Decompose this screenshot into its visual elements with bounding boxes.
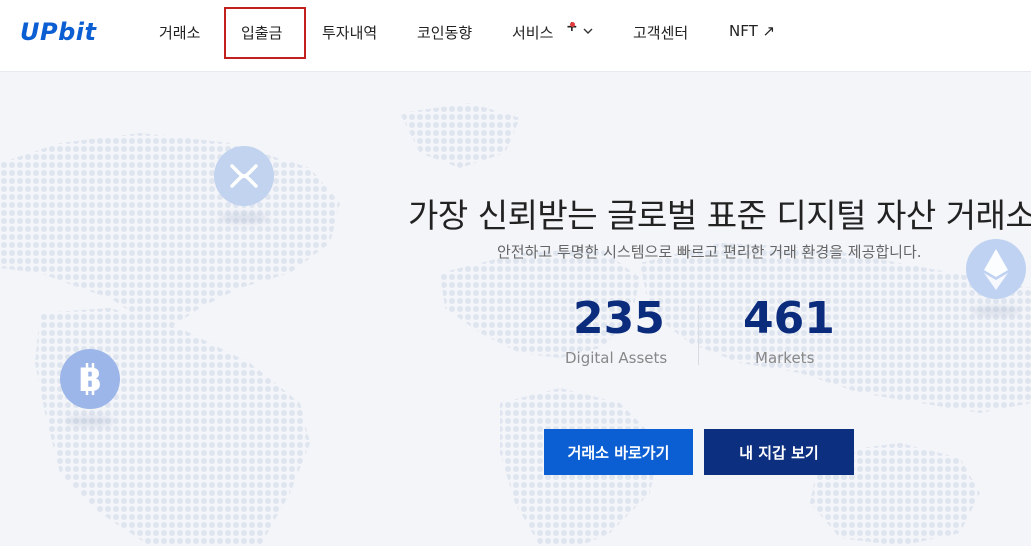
- hero-section: B 가장 신뢰받는 글로벌 표준 디지털 자산 거래소 안전하고 투명한 시스템…: [0, 73, 1031, 546]
- digital-assets-count: 235: [573, 293, 665, 344]
- markets-count: 461: [743, 293, 835, 344]
- markets-label: Markets: [755, 349, 815, 367]
- digital-assets-label: Digital Assets: [565, 349, 668, 367]
- nav-customer-center[interactable]: 고객센터: [633, 22, 688, 43]
- hero-subline: 안전하고 투명한 시스템으로 빠르고 편리한 거래 환경을 제공합니다.: [497, 243, 922, 261]
- xrp-coin-shadow: [220, 213, 268, 223]
- new-dot-icon: [570, 22, 575, 27]
- bitcoin-coin-icon: B: [60, 349, 120, 409]
- nav-highlight-box: [224, 7, 306, 59]
- xrp-coin-icon: [214, 146, 274, 206]
- eth-coin-shadow: [972, 306, 1020, 316]
- nav-services[interactable]: 서비스: [512, 22, 553, 43]
- svg-text:B: B: [78, 361, 102, 399]
- btc-coin-shadow: [66, 416, 114, 426]
- nav-investments[interactable]: 투자내역: [322, 22, 377, 43]
- go-to-exchange-button[interactable]: 거래소 바로가기: [544, 429, 693, 475]
- nav-exchange[interactable]: 거래소: [159, 22, 200, 43]
- nav-nft[interactable]: NFT ↗: [729, 22, 775, 40]
- chevron-down-icon[interactable]: [582, 26, 594, 36]
- world-map-illustration: [0, 103, 1031, 546]
- stats-divider: [698, 305, 699, 365]
- upbit-logo[interactable]: UPbit: [20, 18, 96, 46]
- nav-coin-trends[interactable]: 코인동향: [417, 22, 472, 43]
- view-my-wallet-button[interactable]: 내 지갑 보기: [704, 429, 854, 475]
- hero-headline: 가장 신뢰받는 글로벌 표준 디지털 자산 거래소: [408, 196, 1031, 235]
- top-header: UPbit 거래소 입출금 투자내역 코인동향 서비스 + 고객센터 NFT ↗: [0, 0, 1031, 72]
- ethereum-coin-icon: [966, 239, 1026, 299]
